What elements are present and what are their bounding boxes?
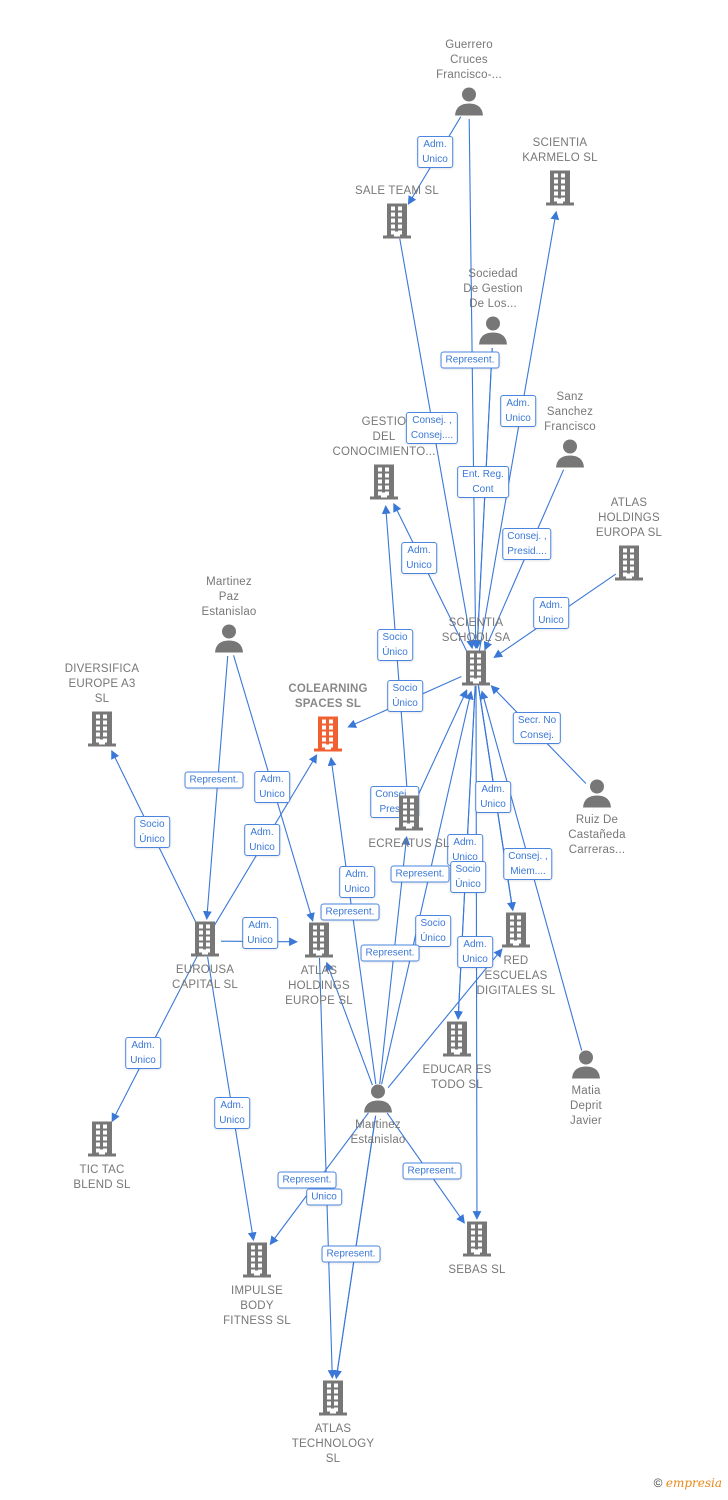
node-label-colearning[interactable]: COLEARNING SPACES SL: [263, 682, 393, 712]
building-icon[interactable]: [502, 912, 530, 953]
edge-label[interactable]: Adm. Unico: [244, 824, 280, 856]
node-label-gestio[interactable]: GESTIO DEL CONOCIMIENTO...: [319, 415, 449, 460]
edge-label[interactable]: Adm. Unico: [475, 781, 511, 813]
node-label-atlas_holdings_europe[interactable]: ATLAS HOLDINGS EUROPE SL: [254, 964, 384, 1009]
edge-label[interactable]: Socio Único: [415, 915, 451, 947]
node-label-educar[interactable]: EDUCAR ES TODO SL: [392, 1063, 522, 1093]
building-icon[interactable]: [383, 203, 411, 244]
building-icon[interactable]: [395, 795, 423, 836]
node-label-sebas[interactable]: SEBAS SL: [412, 1263, 542, 1278]
node-label-tic_tac[interactable]: TIC TAC BLEND SL: [37, 1163, 167, 1193]
edge-guerrero-to-scientia_school: [468, 118, 481, 649]
edge-label[interactable]: Socio Único: [134, 816, 170, 848]
copyright-symbol: ©: [653, 1476, 663, 1490]
edge-label[interactable]: Represent.: [402, 1162, 462, 1180]
node-label-ecreatus[interactable]: ECREATUS SL: [344, 837, 474, 852]
edge-label[interactable]: Represent.: [360, 944, 420, 962]
person-icon[interactable]: [582, 778, 612, 813]
edge-label[interactable]: Socio Único: [377, 629, 413, 661]
edge-label[interactable]: Adm. Unico: [214, 1097, 250, 1129]
edge-label[interactable]: Socio Único: [450, 861, 486, 893]
person-icon[interactable]: [555, 438, 585, 473]
building-icon[interactable]: [546, 170, 574, 211]
node-label-sale_team[interactable]: SALE TEAM SL: [332, 184, 462, 199]
person-icon[interactable]: [454, 86, 484, 121]
edge-label[interactable]: Adm. Unico: [242, 917, 278, 949]
person-icon[interactable]: [478, 315, 508, 350]
node-label-sociedad[interactable]: Sociedad De Gestion De Los...: [428, 267, 558, 312]
node-label-scientia_karmelo[interactable]: SCIENTIA KARMELO SL: [495, 136, 625, 166]
edge-label[interactable]: Consej. , Presid....: [502, 528, 552, 560]
node-label-guerrero[interactable]: Guerrero Cruces Francisco-...: [404, 38, 534, 83]
edge-label[interactable]: Adm. Unico: [401, 542, 437, 574]
building-icon[interactable]: [243, 1242, 271, 1283]
building-icon[interactable]: [314, 716, 342, 757]
node-label-scientia_school[interactable]: SCIENTIA SCHOOL SA: [411, 616, 541, 646]
building-icon[interactable]: [462, 650, 490, 691]
node-label-sanz[interactable]: Sanz Sanchez Francisco: [505, 390, 635, 435]
building-icon[interactable]: [88, 1121, 116, 1162]
node-label-martinez_paz[interactable]: Martinez Paz Estanislao: [164, 575, 294, 620]
person-icon[interactable]: [214, 623, 244, 658]
building-icon[interactable]: [443, 1021, 471, 1062]
node-label-ruiz[interactable]: Ruiz De Castañeda Carreras...: [532, 813, 662, 858]
node-label-eurousa[interactable]: EUROUSA CAPITAL SL: [140, 963, 270, 993]
building-icon[interactable]: [370, 464, 398, 505]
node-label-atlas_tech[interactable]: ATLAS TECHNOLOGY SL: [268, 1422, 398, 1467]
building-icon[interactable]: [615, 545, 643, 586]
copyright: © empresia: [654, 1476, 722, 1490]
node-label-red_escuelas[interactable]: RED ESCUELAS DIGITALES SL: [451, 954, 581, 999]
building-icon[interactable]: [319, 1380, 347, 1421]
edge-label[interactable]: Adm. Unico: [125, 1037, 161, 1069]
edge-label[interactable]: Represent.: [390, 865, 450, 883]
building-icon[interactable]: [191, 921, 219, 962]
building-icon[interactable]: [88, 711, 116, 752]
edge-label[interactable]: Adm. Unico: [339, 866, 375, 898]
node-label-matia[interactable]: Matia Deprit Javier: [521, 1084, 651, 1129]
node-label-martinez_est[interactable]: Martinez Estanislao: [313, 1118, 443, 1148]
edge-label[interactable]: Ent. Reg. Cont: [457, 466, 509, 498]
person-icon[interactable]: [571, 1049, 601, 1084]
edge-label[interactable]: Secr. No Consej.: [512, 712, 562, 744]
brand-logo[interactable]: empresia: [666, 1476, 722, 1490]
node-label-atlas_holdings_europa[interactable]: ATLAS HOLDINGS EUROPA SL: [564, 496, 694, 541]
edge-label[interactable]: Adm. Unico: [254, 771, 290, 803]
node-label-impulse[interactable]: IMPULSE BODY FITNESS SL: [192, 1284, 322, 1329]
edge-label[interactable]: Represent.: [321, 1245, 381, 1263]
edge-label[interactable]: Unico: [306, 1188, 342, 1206]
edge-label[interactable]: Represent.: [320, 903, 380, 921]
edge-sociedad-to-scientia_school: [473, 347, 493, 649]
edge-label[interactable]: Represent.: [440, 351, 500, 369]
edge-label[interactable]: Adm. Unico: [417, 136, 453, 168]
edge-label[interactable]: Represent.: [184, 771, 244, 789]
building-icon[interactable]: [463, 1221, 491, 1262]
node-label-diversifica[interactable]: DIVERSIFICA EUROPE A3 SL: [37, 662, 167, 707]
edge-label[interactable]: Represent.: [277, 1171, 337, 1189]
building-icon[interactable]: [305, 922, 333, 963]
person-icon[interactable]: [363, 1083, 393, 1118]
network-diagram: © empresia Adm. Unico Represent. Consej. ,…: [0, 0, 728, 1500]
